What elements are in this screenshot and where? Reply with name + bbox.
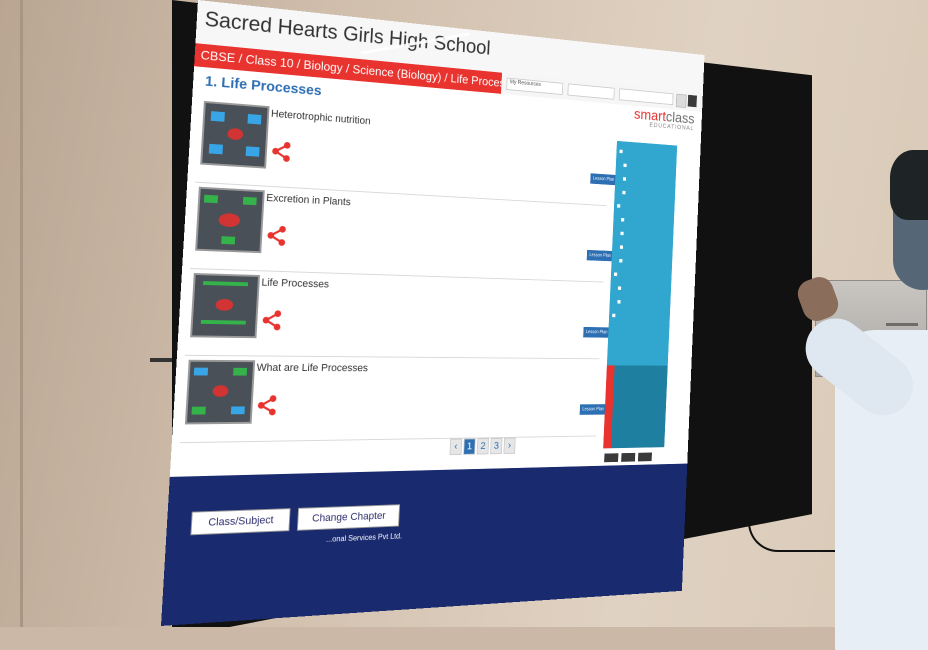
thumb-node xyxy=(246,146,260,156)
change-chapter-button[interactable]: Change Chapter xyxy=(297,504,400,531)
lesson-plan-button[interactable]: Lesson Plan xyxy=(580,404,607,415)
sidebar-item[interactable] xyxy=(621,218,627,223)
list-item[interactable]: Life Processes Lesson Plan xyxy=(185,269,603,359)
share-icon[interactable] xyxy=(265,225,287,247)
footer-bar xyxy=(161,464,687,626)
mindmap-thumbnail[interactable] xyxy=(195,187,265,253)
sidebar-item[interactable] xyxy=(622,191,628,196)
smartboard-screen: Sacred Hearts Girls High School CBSE / C… xyxy=(161,0,705,626)
screen-perspective: Sacred Hearts Girls High School CBSE / C… xyxy=(0,0,928,627)
share-icon[interactable] xyxy=(256,395,278,416)
lesson-plan-button[interactable]: Lesson Plan xyxy=(590,173,617,185)
item-title[interactable]: Excretion in Plants xyxy=(266,192,351,208)
sidebar-button[interactable] xyxy=(638,453,652,462)
sidebar-item[interactable] xyxy=(612,314,618,319)
sidebar-item[interactable] xyxy=(619,259,625,264)
page-1-button[interactable]: 1 xyxy=(463,438,476,455)
thumb-node xyxy=(247,114,261,125)
page-2-button[interactable]: 2 xyxy=(477,438,490,454)
sidebar-item[interactable] xyxy=(620,245,626,250)
thumb-node xyxy=(203,281,248,286)
thumb-node xyxy=(243,197,257,205)
sidebar-item[interactable] xyxy=(623,177,629,182)
class-subject-button[interactable]: Class/Subject xyxy=(190,508,290,535)
item-title[interactable]: What are Life Processes xyxy=(256,362,368,374)
pagination: ‹ 1 2 3 › xyxy=(449,438,515,455)
mindmap-thumbnail[interactable] xyxy=(190,273,260,338)
menu-button[interactable] xyxy=(688,95,697,107)
sidebar-item[interactable] xyxy=(619,150,625,155)
lesson-plan-button[interactable]: Lesson Plan xyxy=(587,250,614,261)
person-hair xyxy=(890,150,928,220)
thumb-node xyxy=(221,236,235,244)
thumb-node xyxy=(212,385,228,397)
thumb-node xyxy=(231,406,245,414)
resources-select[interactable]: My Resources xyxy=(506,78,563,95)
thumb-node xyxy=(215,299,233,311)
search-button[interactable] xyxy=(676,94,687,108)
thumb-node xyxy=(201,320,246,325)
mindmap-thumbnail[interactable] xyxy=(185,360,255,425)
chevron-left-icon[interactable]: ‹ xyxy=(449,439,462,456)
thumb-node xyxy=(194,368,208,376)
share-icon[interactable] xyxy=(270,140,292,162)
item-title[interactable]: Heterotrophic nutrition xyxy=(271,108,371,127)
thumb-node xyxy=(218,213,240,227)
thumb-node xyxy=(204,195,218,203)
filter-select[interactable] xyxy=(567,83,614,99)
sidebar-item[interactable] xyxy=(620,232,626,237)
sidebar-item[interactable] xyxy=(623,164,629,169)
chevron-right-icon[interactable]: › xyxy=(503,438,515,454)
lesson-plan-button[interactable]: Lesson Plan xyxy=(583,327,610,338)
sidebar-item[interactable] xyxy=(617,300,623,305)
sidebar-item[interactable] xyxy=(617,204,623,209)
thumb-node xyxy=(233,368,247,376)
thumb-node xyxy=(227,128,243,141)
sidebar-button[interactable] xyxy=(621,453,635,462)
list-item[interactable]: What are Life Processes Lesson Plan xyxy=(180,356,600,443)
resource-sidebar xyxy=(607,141,677,366)
resource-list: Heterotrophic nutrition Lesson Plan Excr… xyxy=(180,97,610,443)
share-icon[interactable] xyxy=(261,310,283,331)
sidebar-item[interactable] xyxy=(618,286,624,291)
sidebar-button[interactable] xyxy=(604,453,618,462)
thumb-node xyxy=(209,144,223,155)
chapter-title: 1. Life Processes xyxy=(205,73,322,99)
page-3-button[interactable]: 3 xyxy=(490,438,502,454)
item-title[interactable]: Life Processes xyxy=(261,277,329,290)
search-input[interactable] xyxy=(619,88,674,105)
thumb-node xyxy=(191,407,205,415)
brand-logo: smartclass EDUCATIONAL xyxy=(627,106,695,132)
thumb-node xyxy=(211,111,225,122)
sidebar-item[interactable] xyxy=(614,273,620,278)
mindmap-thumbnail[interactable] xyxy=(200,101,269,169)
